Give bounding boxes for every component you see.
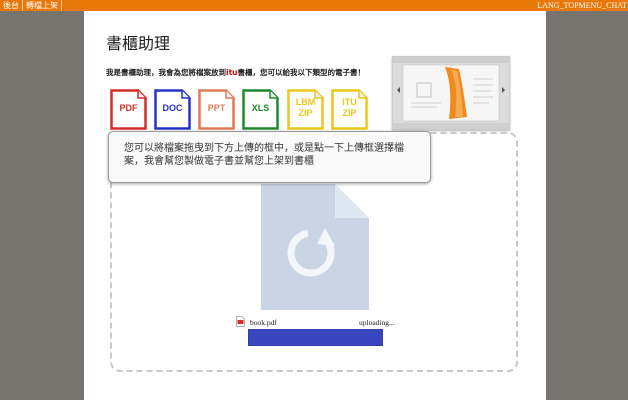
ebook-preview-image <box>392 56 510 130</box>
file-type-label: PPT <box>207 103 226 113</box>
file-type-label: ZIP <box>342 108 357 118</box>
file-type-label: LBM <box>295 97 316 107</box>
upload-document-icon <box>261 184 369 310</box>
xls-file-icon: XLS <box>242 89 279 130</box>
upload-hint-tooltip: 您可以將檔案拖曳到下方上傳的框中，或是點一下上傳框選擇檔案，我會幫您製做電子書並… <box>108 131 431 183</box>
intro-text-before: 我是書櫃助理，我會為您將檔案放到 <box>106 68 226 77</box>
upload-file-row: book.pdf uploading... <box>236 316 396 328</box>
itu-zip-file-icon: ITU ZIP <box>331 89 368 130</box>
menu-chat[interactable]: LANG_TOPMENU_CHAT <box>537 0 627 11</box>
bookshelf-assistant-panel: 書櫃助理 我是書櫃助理，我會為您將檔案放到itu書櫃，您可以給我以下類型的電子書… <box>84 11 546 400</box>
page-title: 書櫃助理 <box>106 34 171 53</box>
doc-file-icon: DOC <box>154 89 191 130</box>
upload-progress-bar <box>248 329 383 346</box>
file-type-label: PDF <box>119 103 138 113</box>
top-menu-left: 後台 轉檔上架 <box>0 0 62 11</box>
pdf-file-icon: PDF <box>110 89 147 130</box>
menu-backend[interactable]: 後台 <box>0 0 23 11</box>
upload-progress-fill <box>249 330 382 345</box>
upload-status: uploading... <box>359 318 395 327</box>
intro-text: 我是書櫃助理，我會為您將檔案放到itu書櫃，您可以給我以下類型的電子書！ <box>106 67 365 78</box>
file-type-label: ZIP <box>298 108 313 118</box>
top-menu-bar: 後台 轉檔上架 LANG_TOPMENU_CHAT <box>0 0 628 11</box>
upload-file-name: book.pdf <box>250 318 277 327</box>
pdf-file-small-icon <box>236 316 245 327</box>
lbm-zip-file-icon: LBM ZIP <box>287 89 324 130</box>
file-type-label: DOC <box>162 103 183 113</box>
file-type-label: XLS <box>251 103 270 113</box>
intro-text-after: 書櫃，您可以給我以下類型的電子書！ <box>237 68 366 77</box>
menu-convert-upload[interactable]: 轉檔上架 <box>23 0 62 11</box>
ppt-file-icon: PPT <box>198 89 235 130</box>
intro-highlight: itu <box>226 68 238 77</box>
file-type-label: ITU <box>342 97 357 107</box>
